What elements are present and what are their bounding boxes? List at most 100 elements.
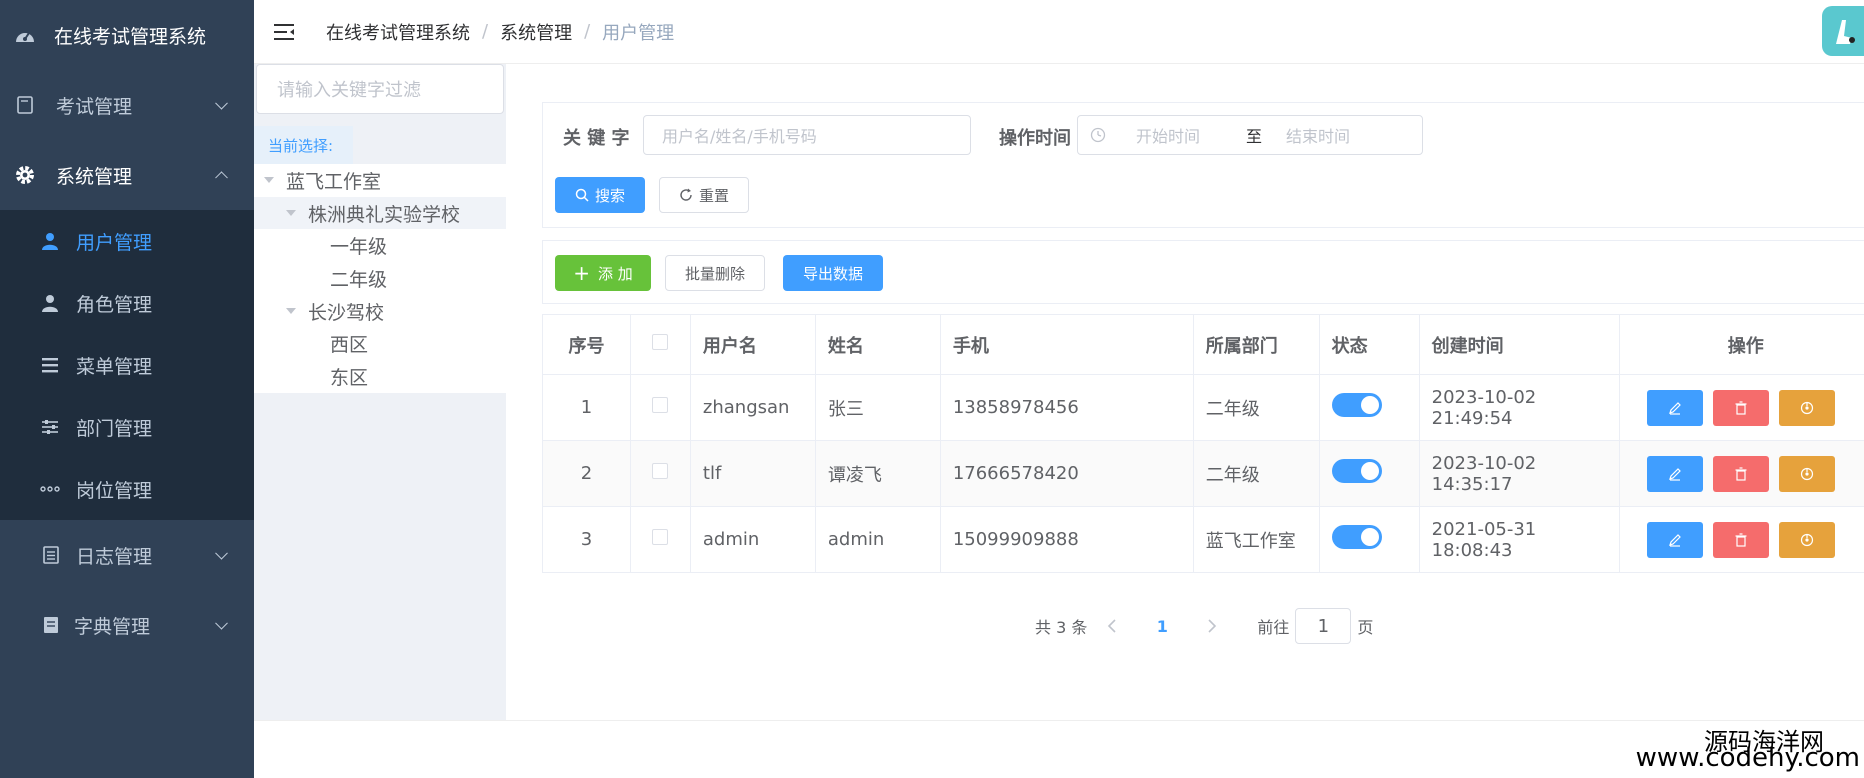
- sidebar-item-dict[interactable]: 字典管理: [0, 590, 254, 660]
- sidebar-item-label: 菜单管理: [76, 355, 153, 378]
- sidebar-item-label: 字典管理: [74, 615, 151, 638]
- edit-button[interactable]: [1646, 455, 1703, 492]
- tree-node[interactable]: 东区: [254, 360, 506, 393]
- batch-delete-button[interactable]: 批量删除: [665, 255, 765, 291]
- sidebar-item-menu[interactable]: 菜单管理: [0, 334, 254, 396]
- menu-collapse-icon[interactable]: [274, 21, 296, 43]
- tree-filter-placeholder: 请输入关键字过滤: [277, 80, 421, 101]
- dept-tree: 蓝飞工作室 株洲典礼实验学校 一年级 二年级 长沙驾校 西区 东区: [254, 164, 506, 393]
- end-date-input[interactable]: 结束时间: [1286, 123, 1350, 147]
- col-header-dept: 所属部门: [1193, 314, 1320, 375]
- breadcrumb-item-home[interactable]: 在线考试管理系统: [326, 19, 470, 45]
- col-header-actions: 操作: [1619, 314, 1864, 375]
- search-icon: [575, 188, 589, 202]
- cell-index: 1: [542, 374, 631, 441]
- search-button-label: 搜索: [594, 186, 625, 205]
- export-button-label: 导出数据: [802, 264, 863, 283]
- edit-icon: [1668, 533, 1681, 547]
- gear-icon: [14, 164, 36, 186]
- page-number[interactable]: 1: [1147, 617, 1177, 636]
- cell-dept: 蓝飞工作室: [1193, 506, 1320, 573]
- tree-node[interactable]: 长沙驾校: [254, 295, 506, 328]
- row-checkbox[interactable]: [652, 463, 669, 479]
- edit-button[interactable]: [1646, 521, 1703, 558]
- tree-node[interactable]: 蓝飞工作室: [254, 164, 506, 197]
- chevron-down-icon: [215, 546, 228, 560]
- tree-node[interactable]: 株洲典礼实验学校: [254, 196, 506, 230]
- assign-role-button[interactable]: [1778, 455, 1835, 492]
- sidebar-item-post[interactable]: 岗位管理: [0, 458, 254, 520]
- caret-down-icon[interactable]: [264, 177, 274, 184]
- status-toggle[interactable]: [1331, 525, 1382, 549]
- caret-down-icon[interactable]: [286, 210, 296, 217]
- tree-node-label: 西区: [330, 334, 369, 357]
- sidebar-item-label: 岗位管理: [76, 479, 153, 502]
- edit-icon: [1668, 401, 1681, 415]
- breadcrumb-item-system[interactable]: 系统管理: [500, 19, 572, 45]
- delete-button[interactable]: [1712, 455, 1769, 492]
- sidebar-item-label: 角色管理: [76, 293, 153, 316]
- prev-page-button[interactable]: [1097, 619, 1127, 633]
- tree-node[interactable]: 西区: [254, 327, 506, 360]
- row-checkbox[interactable]: [652, 397, 669, 413]
- sidebar-item-dept[interactable]: 部门管理: [0, 396, 254, 458]
- chevron-down-icon: [215, 616, 228, 630]
- sidebar-item-exam[interactable]: 考试管理: [0, 70, 254, 140]
- document-icon: [40, 544, 62, 566]
- table-header-row: 序号 用户名 姓名 手机 所属部门 状态 创建时间 操作: [542, 314, 1864, 375]
- dictionary-icon: [40, 614, 62, 636]
- status-toggle[interactable]: [1331, 393, 1382, 417]
- goto-label: 前往: [1257, 618, 1290, 637]
- sidebar-logo[interactable]: 在线考试管理系统: [0, 0, 254, 70]
- tree-node[interactable]: 一年级: [254, 229, 506, 262]
- delete-button[interactable]: [1712, 389, 1769, 426]
- add-button[interactable]: + 添 加: [555, 255, 651, 291]
- app-root: 在线考试管理系统 考试管理 系统管理 用户管理 角色管理 菜单管理 部门管理 岗…: [0, 0, 1864, 778]
- col-header-created: 创建时间: [1419, 314, 1620, 375]
- keyword-placeholder: 用户名/姓名/手机号码: [662, 127, 817, 146]
- avatar[interactable]: [1822, 6, 1864, 56]
- sidebar-item-log[interactable]: 日志管理: [0, 520, 254, 590]
- next-page-button[interactable]: [1197, 619, 1227, 633]
- cell-username: zhangsan: [690, 374, 816, 441]
- tree-node-label: 东区: [330, 366, 369, 389]
- sidebar-item-system[interactable]: 系统管理: [0, 140, 254, 210]
- caret-down-icon[interactable]: [286, 308, 296, 315]
- cell-actions: [1619, 440, 1864, 507]
- plus-icon: +: [573, 261, 590, 285]
- edit-button[interactable]: [1646, 389, 1703, 426]
- cell-phone: 15099909888: [940, 506, 1194, 573]
- sidebar-item-label: 日志管理: [76, 545, 153, 568]
- cell-dept: 二年级: [1193, 374, 1320, 441]
- export-button[interactable]: 导出数据: [783, 255, 883, 291]
- sidebar-item-user[interactable]: 用户管理: [0, 210, 254, 272]
- add-button-label: 添 加: [597, 264, 633, 283]
- keyword-input[interactable]: 用户名/姓名/手机号码: [643, 115, 971, 155]
- chevron-right-icon: [1208, 619, 1217, 633]
- breadcrumb-separator: /: [482, 21, 489, 42]
- col-header-index: 序号: [542, 314, 631, 375]
- date-range-picker[interactable]: 开始时间 至 结束时间: [1077, 115, 1423, 155]
- tree-filter-input[interactable]: 请输入关键字过滤: [256, 64, 504, 114]
- start-date-input[interactable]: 开始时间: [1136, 123, 1246, 147]
- table-row: 2 tlf 谭凌飞 17666578420 二年级 2023-10-02 14:…: [542, 440, 1864, 507]
- assign-role-button[interactable]: [1778, 389, 1835, 426]
- table-row: 1 zhangsan 张三 13858978456 二年级 2023-10-02…: [542, 374, 1864, 441]
- goto-page-input[interactable]: 1: [1295, 608, 1352, 644]
- sidebar-item-label: 系统管理: [56, 165, 133, 188]
- row-checkbox[interactable]: [652, 529, 669, 545]
- search-form: 关 键 字 用户名/姓名/手机号码 操作时间 开始时间 至 结束时间 搜索 重置: [542, 102, 1864, 228]
- status-toggle[interactable]: [1331, 459, 1382, 483]
- search-button[interactable]: 搜索: [555, 177, 645, 213]
- assign-role-button[interactable]: [1778, 521, 1835, 558]
- reset-button[interactable]: 重置: [659, 177, 749, 213]
- tree-node[interactable]: 二年级: [254, 262, 506, 295]
- delete-button[interactable]: [1712, 521, 1769, 558]
- table-row: 3 admin admin 15099909888 蓝飞工作室 2021-05-…: [542, 506, 1864, 573]
- top-header: 在线考试管理系统 / 系统管理 / 用户管理: [254, 0, 1864, 64]
- cell-phone: 13858978456: [940, 374, 1194, 441]
- select-all-checkbox[interactable]: [652, 334, 669, 350]
- cell-created: 2021-05-31 18:08:43: [1419, 506, 1620, 573]
- sidebar-item-role[interactable]: 角色管理: [0, 272, 254, 334]
- tree-node-label: 长沙驾校: [308, 301, 385, 324]
